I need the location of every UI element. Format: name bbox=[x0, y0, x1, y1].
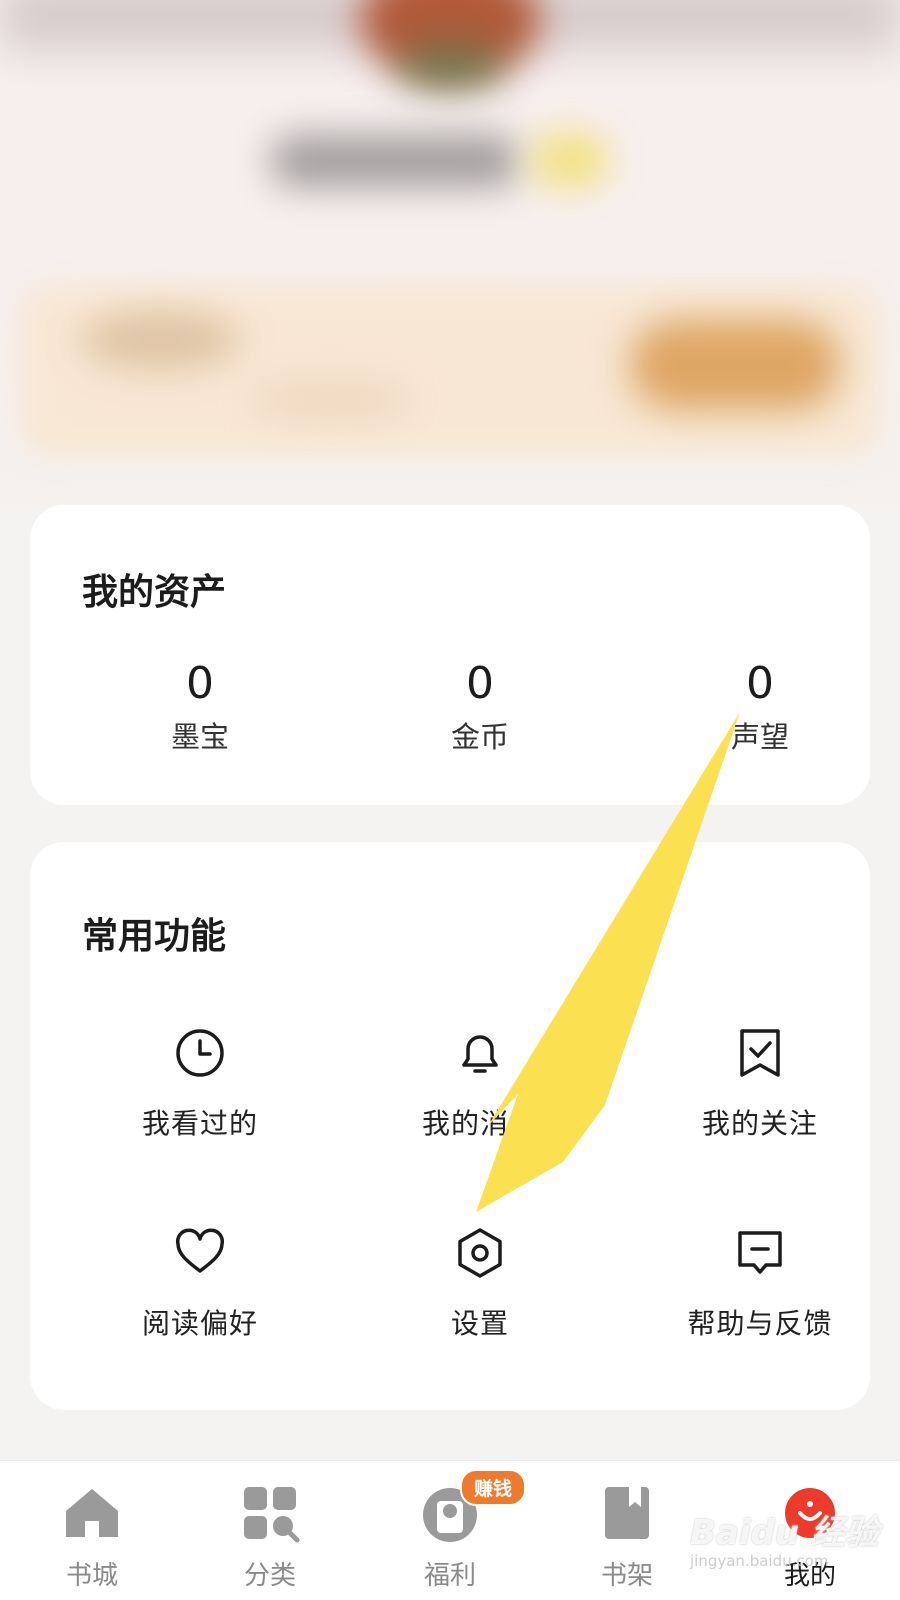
nav-label: 福利 bbox=[423, 1561, 476, 1591]
function-messages[interactable]: 我的消息 bbox=[380, 1027, 580, 1142]
function-reading-preference[interactable]: 阅读偏好 bbox=[100, 1227, 300, 1342]
bell-icon bbox=[454, 1027, 506, 1079]
function-label: 我看过的 bbox=[141, 1107, 258, 1140]
asset-label: 声望 bbox=[730, 720, 789, 754]
asset-value: 0 bbox=[746, 658, 774, 709]
my-assets-card: 我的资产 0 墨宝 0 金币 0 声望 bbox=[30, 505, 870, 805]
function-label: 我的关注 bbox=[701, 1107, 818, 1140]
vip-badge-blurred bbox=[530, 130, 610, 190]
heart-icon bbox=[174, 1227, 226, 1279]
nav-label: 分类 bbox=[243, 1561, 296, 1591]
function-label: 设置 bbox=[450, 1307, 509, 1340]
asset-reputation[interactable]: 0 声望 bbox=[660, 660, 860, 756]
asset-mobao[interactable]: 0 墨宝 bbox=[100, 660, 300, 756]
bookshelf-icon bbox=[597, 1483, 657, 1543]
watermark-brand: Baidu 经验 bbox=[690, 1513, 879, 1553]
function-help-feedback[interactable]: 帮助与反馈 bbox=[660, 1227, 860, 1342]
asset-label: 金币 bbox=[450, 720, 509, 754]
nav-bookshelf[interactable]: 书架 bbox=[567, 1483, 687, 1592]
asset-coins[interactable]: 0 金币 bbox=[380, 660, 580, 756]
function-following[interactable]: 我的关注 bbox=[660, 1027, 860, 1142]
function-label: 帮助与反馈 bbox=[687, 1307, 833, 1340]
bookmark-check-icon bbox=[734, 1027, 786, 1079]
function-settings[interactable]: 设置 bbox=[380, 1227, 580, 1342]
asset-value: 0 bbox=[186, 658, 214, 709]
category-grid-icon bbox=[240, 1483, 300, 1543]
nav-category[interactable]: 分类 bbox=[210, 1483, 330, 1592]
earn-money-badge[interactable]: 赚钱 bbox=[460, 1469, 527, 1506]
my-assets-title: 我的资产 bbox=[82, 571, 227, 613]
asset-label: 墨宝 bbox=[170, 720, 229, 754]
function-label: 我的消息 bbox=[421, 1107, 538, 1140]
settings-hexagon-icon bbox=[454, 1227, 506, 1279]
baidu-jingyan-watermark: Baidu 经验 jingyan.baidu.com bbox=[690, 1505, 880, 1585]
function-label: 阅读偏好 bbox=[141, 1307, 258, 1340]
nav-label: 书架 bbox=[600, 1561, 653, 1591]
clock-icon bbox=[174, 1027, 226, 1079]
home-icon bbox=[62, 1483, 122, 1543]
username-blurred bbox=[270, 135, 520, 187]
common-functions-title: 常用功能 bbox=[82, 915, 227, 957]
membership-button-blurred[interactable] bbox=[630, 320, 840, 410]
watermark-url: jingyan.baidu.com bbox=[690, 1552, 829, 1570]
function-history[interactable]: 我看过的 bbox=[100, 1027, 300, 1142]
common-functions-card: 常用功能 我看过的 我的消息 我的关注 阅读偏好 设置 帮助与反馈 bbox=[30, 842, 870, 1410]
feedback-message-icon bbox=[734, 1227, 786, 1279]
nav-bookstore[interactable]: 书城 bbox=[32, 1483, 152, 1592]
nav-label: 书城 bbox=[65, 1561, 118, 1591]
profile-header-blurred bbox=[0, 0, 900, 505]
asset-value: 0 bbox=[466, 658, 494, 709]
